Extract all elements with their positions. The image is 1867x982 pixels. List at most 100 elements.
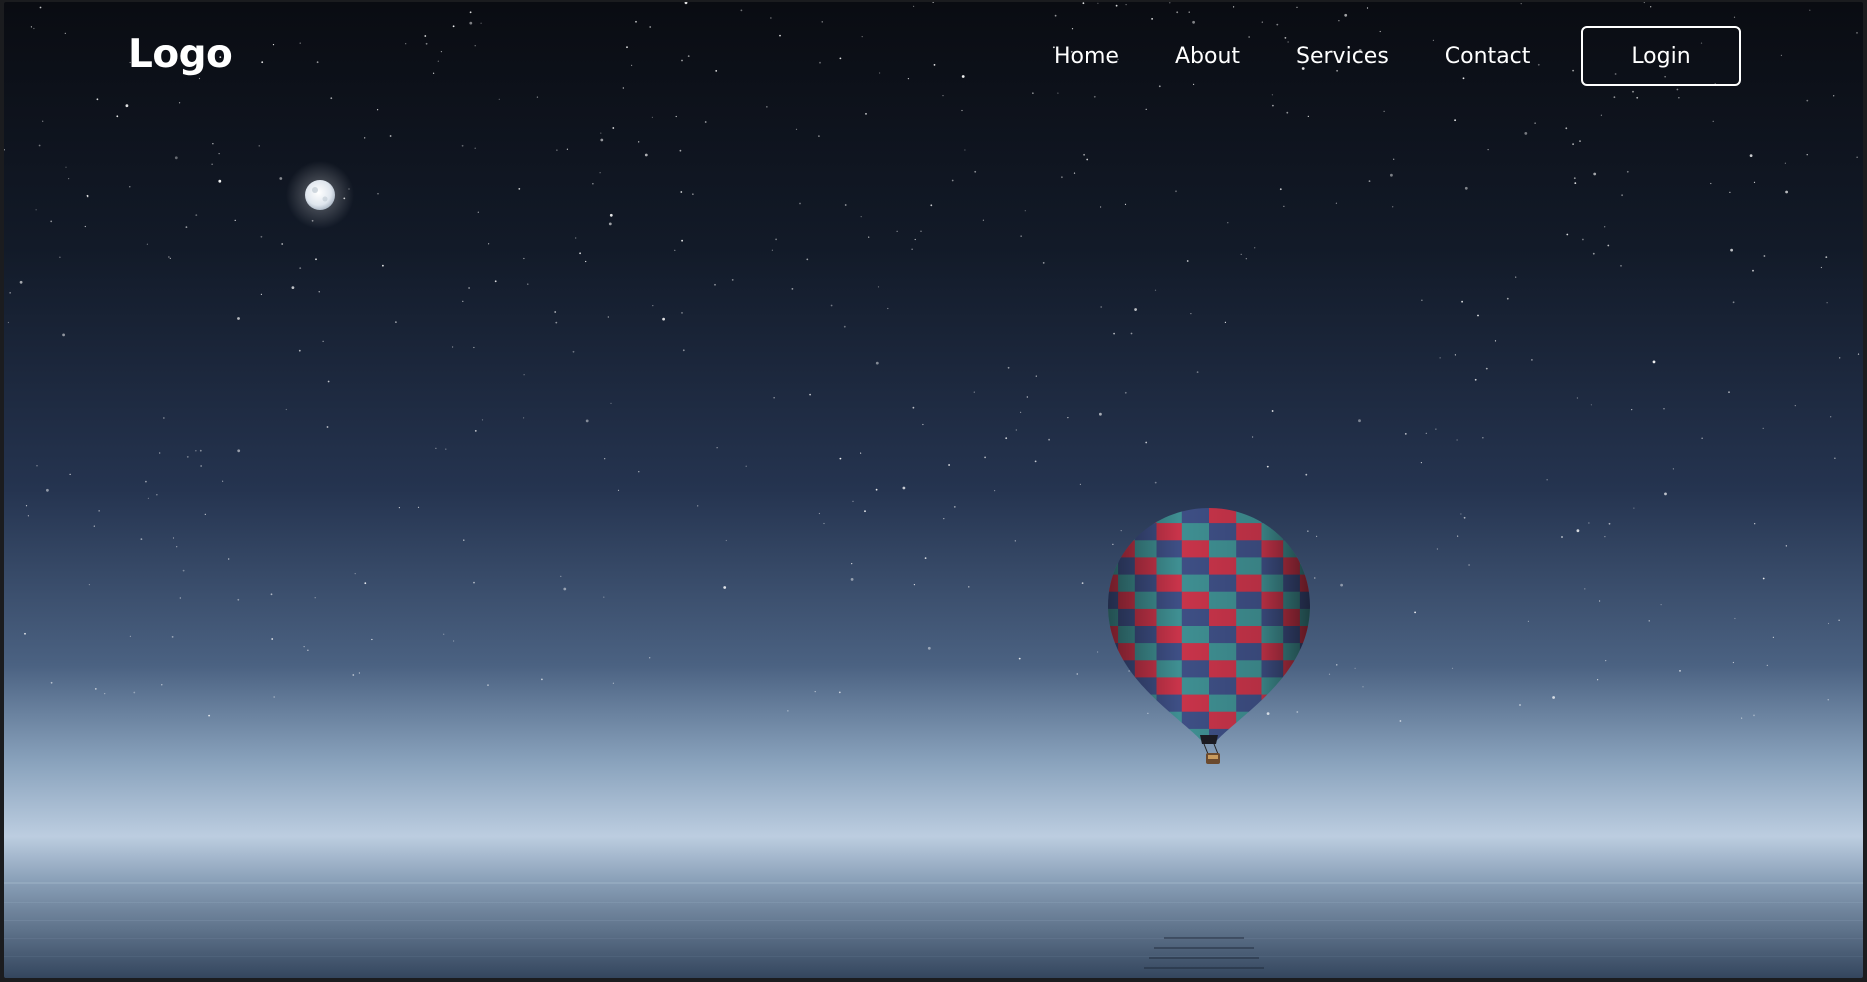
- star: [474, 147, 476, 149]
- star: [860, 216, 862, 218]
- star: [1099, 412, 1102, 416]
- star: [1296, 711, 1299, 713]
- star: [1035, 375, 1037, 377]
- star: [1762, 427, 1764, 429]
- star: [818, 512, 821, 515]
- nav-link-home[interactable]: Home: [1054, 42, 1119, 72]
- star: [1766, 664, 1768, 667]
- star: [1806, 154, 1808, 156]
- star: [1266, 465, 1269, 468]
- star: [298, 349, 301, 352]
- star: [453, 640, 455, 642]
- star: [382, 264, 384, 267]
- star: [50, 681, 53, 684]
- star: [1421, 299, 1423, 301]
- star: [984, 456, 986, 459]
- star: [1607, 244, 1610, 247]
- hero-background: [4, 2, 1863, 978]
- star: [787, 710, 789, 712]
- star: [435, 447, 437, 449]
- star: [477, 211, 479, 213]
- login-button[interactable]: Login: [1581, 26, 1741, 86]
- star: [1494, 340, 1497, 342]
- star: [315, 258, 317, 261]
- star: [927, 646, 931, 650]
- star: [1307, 115, 1309, 117]
- star: [679, 149, 682, 152]
- star: [1552, 696, 1555, 699]
- star: [1588, 522, 1590, 524]
- star: [1620, 265, 1622, 267]
- star: [1279, 188, 1282, 191]
- star: [1856, 156, 1858, 158]
- star: [377, 193, 379, 195]
- star: [1794, 405, 1796, 407]
- star: [94, 688, 97, 690]
- star: [1827, 622, 1830, 625]
- star: [973, 391, 975, 393]
- star: [681, 312, 683, 314]
- star: [1328, 673, 1331, 675]
- site-logo[interactable]: Logo: [128, 32, 233, 77]
- star: [1763, 255, 1766, 257]
- star: [902, 486, 906, 490]
- star: [199, 449, 202, 452]
- star: [818, 135, 820, 138]
- star: [1354, 667, 1356, 669]
- star: [644, 153, 648, 157]
- nav-link-about[interactable]: About: [1175, 42, 1240, 72]
- star: [260, 235, 263, 238]
- star: [281, 243, 284, 245]
- star: [116, 115, 119, 118]
- star: [1024, 210, 1026, 212]
- star: [389, 135, 392, 137]
- star: [1007, 366, 1010, 369]
- star: [1519, 704, 1521, 706]
- star: [234, 219, 236, 221]
- star: [195, 214, 198, 217]
- star: [237, 317, 240, 320]
- star: [174, 156, 178, 160]
- star: [208, 714, 211, 717]
- star: [452, 346, 454, 348]
- star: [291, 286, 295, 289]
- star: [146, 243, 148, 245]
- star: [868, 236, 870, 238]
- star: [1712, 120, 1714, 122]
- star: [371, 638, 373, 641]
- star: [322, 340, 324, 342]
- star: [914, 238, 916, 241]
- star: [1672, 468, 1674, 470]
- star: [773, 397, 775, 399]
- star: [352, 674, 355, 676]
- star: [697, 505, 699, 507]
- star: [159, 452, 161, 454]
- star: [1061, 176, 1063, 179]
- star: [1605, 660, 1607, 662]
- star: [566, 148, 569, 150]
- star: [1451, 667, 1454, 669]
- star: [1576, 397, 1578, 399]
- nav-link-contact[interactable]: Contact: [1445, 42, 1531, 72]
- star: [1196, 371, 1199, 373]
- star: [1120, 530, 1122, 532]
- nav-link-services[interactable]: Services: [1296, 42, 1389, 72]
- star: [25, 505, 28, 507]
- star: [1456, 439, 1458, 441]
- star: [314, 597, 316, 599]
- star: [1561, 536, 1563, 538]
- star: [1026, 396, 1028, 398]
- star: [1732, 661, 1734, 664]
- star: [1592, 252, 1595, 255]
- star: [585, 260, 587, 263]
- star: [1604, 226, 1606, 228]
- star: [36, 465, 38, 467]
- star: [473, 346, 475, 349]
- star: [775, 238, 777, 241]
- star: [1830, 416, 1832, 418]
- star: [603, 596, 605, 598]
- star: [518, 188, 521, 190]
- star: [651, 116, 654, 118]
- star: [896, 230, 898, 232]
- star: [599, 172, 601, 174]
